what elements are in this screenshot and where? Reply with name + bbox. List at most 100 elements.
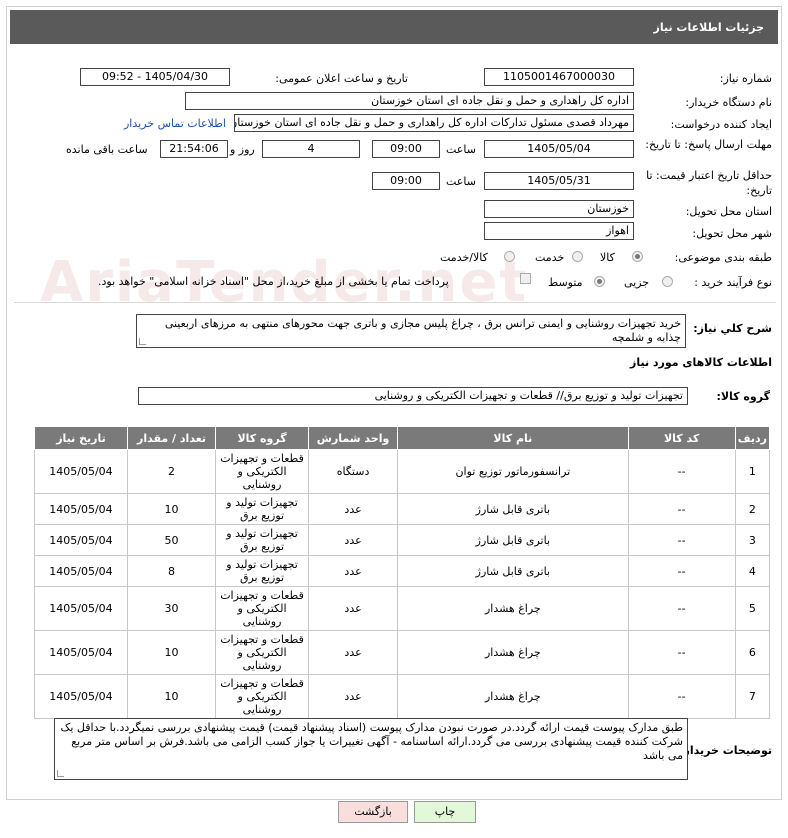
- validity-date-field[interactable]: 1405/05/31: [484, 172, 634, 190]
- buyer-org-label: نام دستگاه خریدار:: [685, 96, 772, 109]
- cell-row: 7: [734, 674, 771, 719]
- goods-table: ردیف کد کالا نام کالا واحد شمارش گروه کا…: [34, 426, 771, 719]
- announce-label: تاریخ و ساعت اعلان عمومی:: [275, 72, 408, 85]
- reply-time-label: ساعت: [446, 143, 476, 156]
- cell-qty: 10: [126, 493, 217, 525]
- announce-field[interactable]: 1405/04/30 - 09:52: [80, 68, 230, 86]
- cell-code: --: [627, 674, 736, 719]
- province-field[interactable]: خوزستان: [484, 200, 634, 218]
- process-option-medium: متوسط: [548, 276, 583, 289]
- cell-code: --: [627, 555, 736, 587]
- table-row: 1 -- ترانسفورماتور توزیع توان دستگاه قطع…: [34, 449, 771, 494]
- need-number-field[interactable]: 1105001467000030: [484, 68, 634, 86]
- cell-date: 1405/05/04: [34, 555, 128, 587]
- table-row: 7 -- چراغ هشدار عدد قطعات و تجهیزات الکت…: [34, 674, 771, 719]
- cell-qty: 10: [126, 630, 217, 675]
- buyer-notes-text: طبق مدارک پیوست قیمت ارائه گردد.در صورت …: [60, 721, 684, 762]
- province-label: استان محل تحویل:: [685, 205, 772, 218]
- cell-group: تجهیزات تولید و توزیع برق: [215, 524, 309, 556]
- cell-row: 6: [734, 630, 771, 675]
- buyer-notes-textarea[interactable]: طبق مدارک پیوست قیمت ارائه گردد.در صورت …: [54, 718, 688, 780]
- cell-unit: عدد: [307, 586, 399, 631]
- table-header-row: ردیف کد کالا نام کالا واحد شمارش گروه کا…: [34, 426, 771, 450]
- col-row: ردیف: [734, 426, 771, 450]
- goods-group-field[interactable]: تجهیزات تولید و توزیع برق// قطعات و تجهی…: [138, 387, 688, 405]
- cell-date: 1405/05/04: [34, 493, 128, 525]
- remaining-time-field[interactable]: 21:54:06: [160, 140, 228, 158]
- cell-unit: دستگاه: [307, 449, 399, 494]
- price-validity-label: حداقل تاریخ اعتبار قیمت: تا تاریخ:: [646, 169, 772, 197]
- cell-group: قطعات و تجهیزات الکتریکی و روشنایی: [215, 630, 309, 675]
- table-row: 6 -- چراغ هشدار عدد قطعات و تجهیزات الکت…: [34, 630, 771, 675]
- cell-qty: 8: [126, 555, 217, 587]
- category-label: طبقه بندی موضوعی:: [674, 251, 772, 264]
- resize-handle-icon[interactable]: [57, 770, 64, 777]
- cell-group: قطعات و تجهیزات الکتریکی و روشنایی: [215, 586, 309, 631]
- remaining-label: ساعت باقی مانده: [66, 143, 148, 156]
- contact-buyer-link[interactable]: اطلاعات تماس خریدار: [124, 117, 226, 130]
- cell-row: 4: [734, 555, 771, 587]
- summary-textarea[interactable]: خرید تجهیزات روشنایی و ایمنی ترانس برق ،…: [136, 314, 686, 348]
- resize-handle-icon[interactable]: [139, 338, 146, 345]
- cell-name: باتری قابل شارژ: [397, 555, 629, 587]
- cell-name: چراغ هشدار: [397, 630, 629, 675]
- table-row: 4 -- باتری قابل شارژ عدد تجهیزات تولید و…: [34, 555, 771, 587]
- city-field[interactable]: اهواز: [484, 222, 634, 240]
- need-number-label: شماره نیاز:: [719, 72, 772, 85]
- cell-code: --: [627, 449, 736, 494]
- cell-code: --: [627, 524, 736, 556]
- cell-name: باتری قابل شارژ: [397, 524, 629, 556]
- goods-group-label: گروه کالا:: [716, 390, 770, 403]
- category-radio-goods-service[interactable]: [504, 251, 515, 262]
- col-name: نام کالا: [397, 426, 629, 450]
- cell-qty: 2: [126, 449, 217, 494]
- cell-row: 1: [734, 449, 771, 494]
- table-row: 2 -- باتری قابل شارژ عدد تجهیزات تولید و…: [34, 493, 771, 525]
- cell-date: 1405/05/04: [34, 586, 128, 631]
- buyer-org-field[interactable]: اداره کل راهداری و حمل و نقل جاده ای است…: [185, 92, 634, 110]
- process-radio-medium[interactable]: [594, 276, 605, 287]
- process-radio-partial[interactable]: [662, 276, 673, 287]
- treasury-payment-note: پرداخت تمام یا بخشی از مبلغ خرید،از محل …: [98, 275, 449, 288]
- cell-row: 2: [734, 493, 771, 525]
- reply-time-field[interactable]: 09:00: [372, 140, 440, 158]
- cell-group: قطعات و تجهیزات الکتریکی و روشنایی: [215, 674, 309, 719]
- process-option-partial: جزیی: [624, 276, 650, 289]
- col-unit: واحد شمارش: [307, 426, 399, 450]
- cell-group: قطعات و تجهیزات الکتریکی و روشنایی: [215, 449, 309, 494]
- days-field[interactable]: 4: [262, 140, 360, 158]
- print-button[interactable]: چاپ: [414, 801, 476, 823]
- treasury-payment-checkbox[interactable]: [520, 273, 531, 284]
- validity-time-label: ساعت: [446, 175, 476, 188]
- col-code: کد کالا: [627, 426, 736, 450]
- buyer-notes-label: توضیحات خریدار:: [679, 744, 772, 757]
- goods-info-title: اطلاعات کالاهای مورد نیاز: [630, 356, 772, 369]
- summary-label: شرح کلي نياز:: [693, 322, 772, 335]
- category-option-goods: کالا: [600, 251, 615, 264]
- creator-field[interactable]: مهرداد قصدی مسئول تدارکات اداره کل راهدا…: [234, 114, 634, 132]
- cell-date: 1405/05/04: [34, 524, 128, 556]
- window-titlebar: جزئیات اطلاعات نیاز: [10, 10, 778, 44]
- creator-label: ایجاد کننده درخواست:: [670, 118, 772, 131]
- cell-qty: 30: [126, 586, 217, 631]
- cell-unit: عدد: [307, 674, 399, 719]
- cell-unit: عدد: [307, 524, 399, 556]
- divider: [14, 302, 776, 303]
- category-radio-service[interactable]: [572, 251, 583, 262]
- cell-unit: عدد: [307, 555, 399, 587]
- table-row: 5 -- چراغ هشدار عدد قطعات و تجهیزات الکت…: [34, 586, 771, 631]
- validity-time-field[interactable]: 09:00: [372, 172, 440, 190]
- cell-date: 1405/05/04: [34, 630, 128, 675]
- category-radio-goods[interactable]: [632, 251, 643, 262]
- cell-name: چراغ هشدار: [397, 586, 629, 631]
- back-button[interactable]: بازگشت: [338, 801, 408, 823]
- cell-name: باتری قابل شارژ: [397, 493, 629, 525]
- reply-date-field[interactable]: 1405/05/04: [484, 140, 634, 158]
- process-label: نوع فرآیند خرید :: [694, 276, 772, 289]
- cell-name: چراغ هشدار: [397, 674, 629, 719]
- cell-group: تجهیزات تولید و توزیع برق: [215, 493, 309, 525]
- cell-qty: 50: [126, 524, 217, 556]
- category-option-service: خدمت: [535, 251, 565, 264]
- cell-unit: عدد: [307, 630, 399, 675]
- cell-row: 5: [734, 586, 771, 631]
